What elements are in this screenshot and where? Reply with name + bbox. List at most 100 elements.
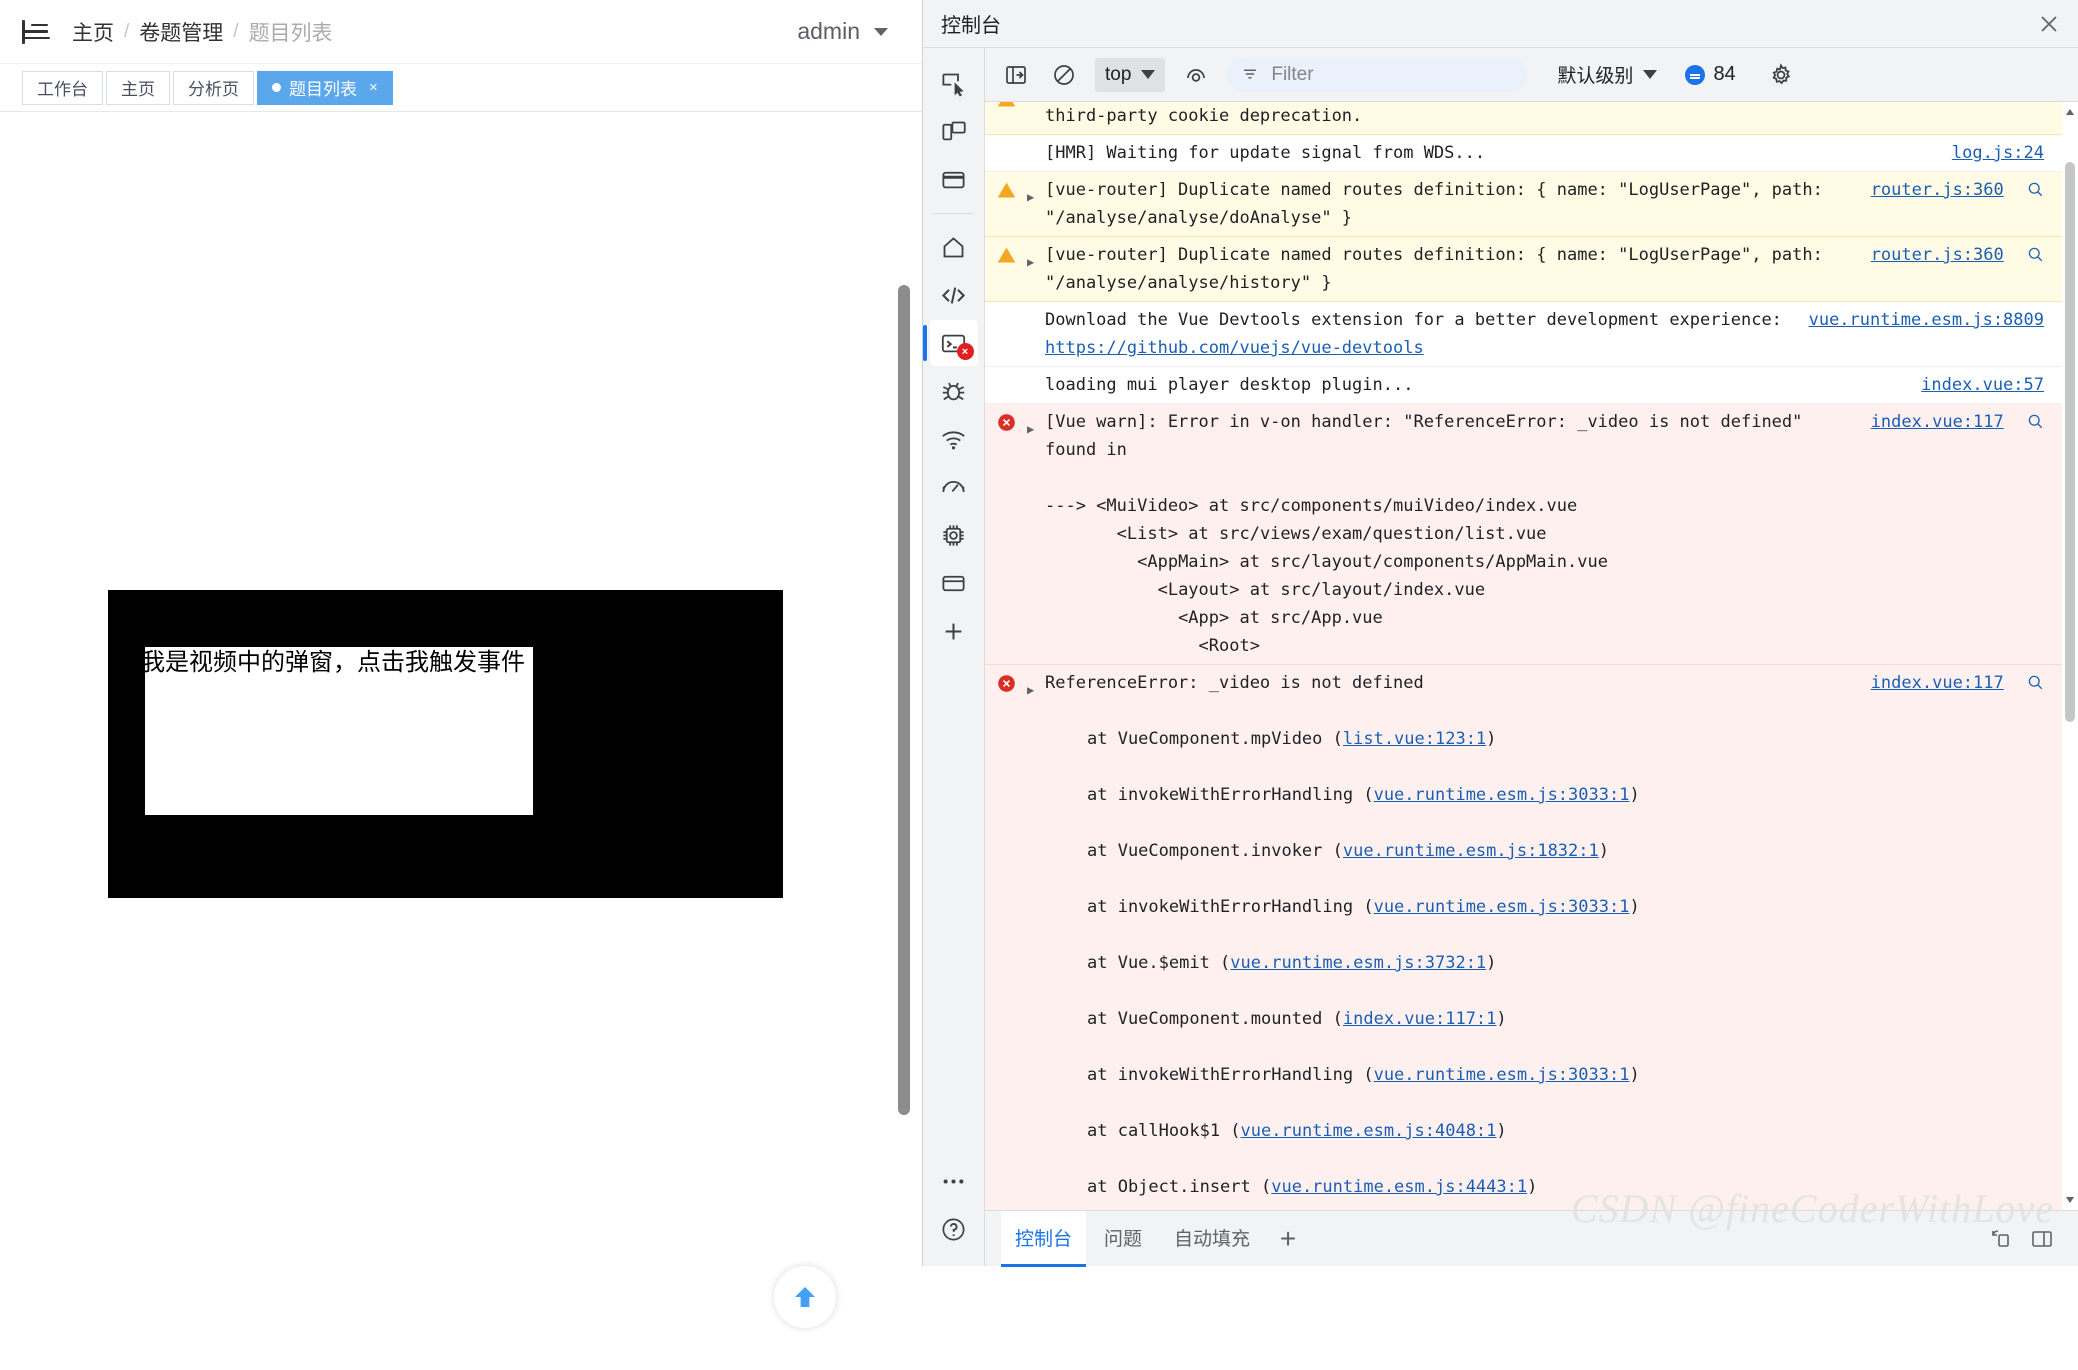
dock-side-icon[interactable]: [2030, 1227, 2054, 1251]
search-icon[interactable]: [2022, 411, 2044, 439]
console-message-source[interactable]: index.vue:117: [1853, 408, 2044, 660]
stack-link[interactable]: vue.runtime.esm.js:3033:1: [1374, 785, 1630, 805]
console-settings-gear-icon[interactable]: [1764, 58, 1798, 92]
console-message-row[interactable]: loading mui player desktop plugin... ind…: [985, 367, 2078, 404]
stack-link[interactable]: vue.runtime.esm.js:4048:1: [1241, 1121, 1497, 1141]
stack-link[interactable]: index.vue:117:1: [1343, 1009, 1497, 1029]
log-level-value: 默认级别: [1557, 66, 1634, 87]
source-link[interactable]: index.vue:117: [1871, 673, 2004, 693]
source-link[interactable]: vue.runtime.esm.js:8809: [1809, 310, 2044, 330]
expand-arrow[interactable]: [1027, 102, 1043, 130]
console-message-list[interactable]: third-party cookie deprecation. [HMR] Wa…: [985, 102, 2078, 1210]
console-scrollbar-thumb[interactable]: [2065, 162, 2075, 722]
execution-context-selector[interactable]: top: [1095, 57, 1166, 92]
sidebar-toggle-icon[interactable]: [22, 18, 50, 46]
expand-arrow[interactable]: ▶: [1027, 408, 1043, 660]
console-message-row[interactable]: Download the Vue Devtools extension for …: [985, 302, 2078, 367]
expand-arrow[interactable]: ▶: [1027, 176, 1043, 232]
breadcrumb-separator: /: [233, 20, 239, 42]
add-drawer-tab-icon[interactable]: +: [1268, 1211, 1308, 1267]
search-icon[interactable]: [2022, 672, 2044, 700]
scroll-up-arrow-icon[interactable]: [2062, 104, 2078, 120]
drawer-tab-console[interactable]: 控制台: [1001, 1210, 1087, 1267]
help-icon[interactable]: [930, 1206, 978, 1252]
console-icon[interactable]: ×: [922, 320, 978, 366]
elements-code-icon[interactable]: [930, 272, 978, 318]
sources-debug-icon[interactable]: [930, 368, 978, 414]
console-message-source[interactable]: index.vue:57: [1903, 371, 2044, 399]
expand-arrow[interactable]: ▶: [1027, 669, 1043, 1210]
console-message-source[interactable]: router.js:360: [1853, 176, 2044, 232]
tab-question-list[interactable]: 题目列表 ×: [257, 70, 393, 105]
console-filter[interactable]: [1227, 57, 1528, 92]
devtools-download-link[interactable]: https://github.com/vuejs/vue-devtools: [1045, 338, 1424, 358]
console-message-source[interactable]: log.js:24: [1934, 139, 2044, 167]
console-message-row[interactable]: ▶ ReferenceError: _video is not defined …: [985, 665, 2078, 1210]
drawer-tab-issues[interactable]: 问题: [1090, 1211, 1156, 1267]
filter-input[interactable]: [1269, 62, 1514, 87]
close-icon[interactable]: ×: [369, 79, 378, 96]
stack-link[interactable]: vue.runtime.esm.js:1832:1: [1343, 841, 1599, 861]
app-scrollbar-track[interactable]: [896, 260, 912, 1370]
network-icon[interactable]: [930, 416, 978, 462]
app-scrollbar-thumb[interactable]: [898, 285, 910, 1115]
tab-analysis[interactable]: 分析页: [173, 70, 254, 105]
tab-home[interactable]: 主页: [106, 70, 170, 105]
video-popup-overlay[interactable]: 我是视频中的弹窗，点击我触发事件: [141, 647, 533, 815]
console-message-row[interactable]: ▶ [Vue warn]: Error in v-on handler: "Re…: [985, 404, 2078, 665]
stack-link[interactable]: vue.runtime.esm.js:3033:1: [1374, 897, 1630, 917]
console-scrollbar-track[interactable]: [2062, 102, 2078, 1210]
home-icon[interactable]: [930, 224, 978, 270]
breadcrumb-item-paper-management[interactable]: 卷题管理: [139, 17, 223, 47]
breadcrumb-item-home[interactable]: 主页: [72, 17, 114, 47]
console-message-source[interactable]: vue.runtime.esm.js:8809: [1791, 306, 2044, 362]
back-to-top-button[interactable]: [774, 1266, 836, 1328]
stack-link[interactable]: vue.runtime.esm.js:4443:1: [1271, 1177, 1527, 1197]
scroll-down-arrow-icon[interactable]: [2062, 1192, 2078, 1208]
app-header: 主页 / 卷题管理 / 题目列表 admin: [0, 0, 922, 64]
source-link[interactable]: router.js:360: [1871, 245, 2004, 265]
tab-label: 工作台: [37, 80, 88, 99]
search-icon[interactable]: [2022, 179, 2044, 207]
stack-link[interactable]: vue.runtime.esm.js:3033:1: [1374, 1065, 1630, 1085]
source-link[interactable]: index.vue:117: [1871, 412, 2004, 432]
clear-console-icon[interactable]: [1047, 58, 1081, 92]
console-message-source: [2026, 102, 2044, 130]
source-link[interactable]: router.js:360: [1871, 180, 2004, 200]
console-message-text: third-party cookie deprecation.: [1045, 106, 1363, 126]
performance-icon[interactable]: [930, 464, 978, 510]
application-storage-icon[interactable]: [930, 560, 978, 606]
stack-link[interactable]: vue.runtime.esm.js:3732:1: [1230, 953, 1486, 973]
restore-window-icon[interactable]: [1988, 1227, 2012, 1251]
no-icon: [985, 139, 1027, 167]
source-link[interactable]: log.js:24: [1952, 143, 2044, 163]
tab-workbench[interactable]: 工作台: [22, 70, 103, 105]
console-message-row[interactable]: ▶ [vue-router] Duplicate named routes de…: [985, 172, 2078, 237]
console-message-row[interactable]: ▶ [vue-router] Duplicate named routes de…: [985, 237, 2078, 302]
live-expression-eye-icon[interactable]: [1179, 58, 1213, 92]
search-icon[interactable]: [2022, 244, 2044, 272]
user-menu[interactable]: admin: [797, 18, 888, 45]
close-devtools-button[interactable]: [2020, 0, 2078, 48]
console-message-text: Download the Vue Devtools extension for …: [1043, 306, 1791, 362]
stack-link[interactable]: list.vue:123:1: [1343, 729, 1486, 749]
add-panel-icon[interactable]: [930, 608, 978, 654]
console-message-source[interactable]: router.js:360: [1853, 241, 2044, 297]
expand-arrow[interactable]: ▶: [1027, 241, 1043, 297]
warning-icon: [985, 241, 1027, 297]
toggle-console-sidebar-icon[interactable]: [999, 58, 1033, 92]
console-message-row[interactable]: [HMR] Waiting for update signal from WDS…: [985, 135, 2078, 172]
log-level-selector[interactable]: 默认级别: [1557, 61, 1658, 88]
drawer-tab-autofill[interactable]: 自动填充: [1160, 1211, 1264, 1267]
inspect-element-icon[interactable]: [930, 60, 978, 106]
device-toolbar-icon[interactable]: [930, 108, 978, 154]
window-icon[interactable]: [930, 156, 978, 202]
console-message-source[interactable]: index.vue:117: [1853, 669, 2044, 700]
error-icon: [985, 408, 1027, 660]
message-count-badge[interactable]: 84: [1685, 63, 1736, 86]
devtools-main: × top Filter 默认级别 84 third-party cookie …: [922, 48, 2078, 1267]
more-options-icon[interactable]: [930, 1158, 978, 1204]
source-link[interactable]: index.vue:57: [1921, 375, 2044, 395]
console-message-row[interactable]: third-party cookie deprecation.: [985, 102, 2078, 135]
memory-chip-icon[interactable]: [930, 512, 978, 558]
